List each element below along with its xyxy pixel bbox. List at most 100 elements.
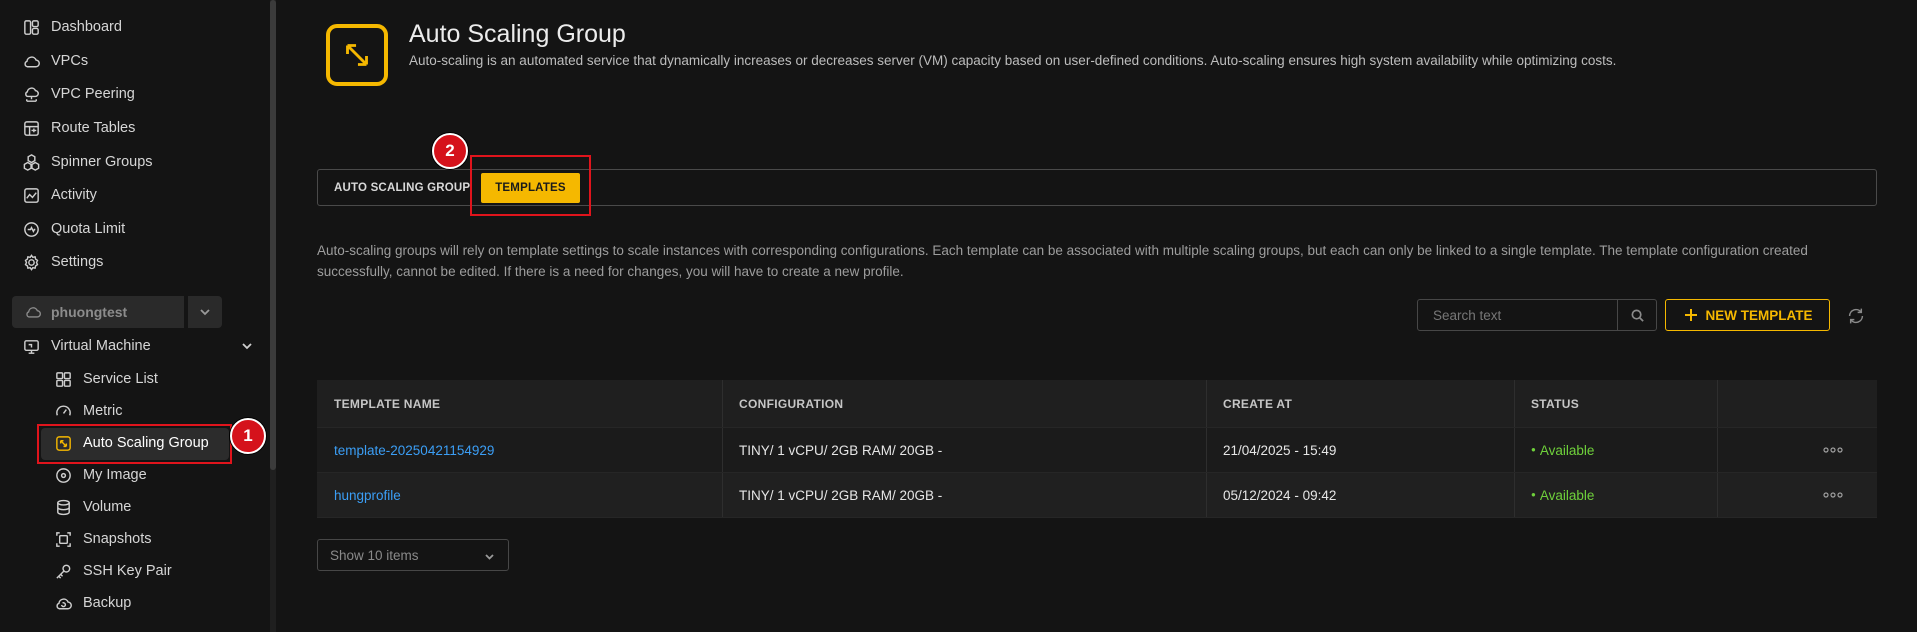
configuration-cell: TINY/ 1 vCPU/ 2GB RAM/ 20GB - — [739, 442, 943, 458]
sidebar-item-service-list[interactable]: Service List — [52, 364, 158, 394]
tab-auto-scaling-group[interactable]: AUTO SCALING GROUP — [334, 170, 470, 205]
column-separator — [1206, 428, 1207, 472]
gauge-icon — [52, 400, 74, 422]
status-badge: Available — [1531, 428, 1595, 472]
chevron-down-icon — [200, 309, 210, 316]
database-icon — [52, 496, 74, 518]
route-table-icon — [20, 117, 42, 139]
new-template-button[interactable]: NEW TEMPLATE — [1665, 299, 1830, 331]
sidebar-item-volume[interactable]: Volume — [52, 492, 131, 522]
column-header-status[interactable]: STATUS — [1531, 380, 1579, 427]
sidebar-item-label: Settings — [51, 254, 104, 270]
page-title: Auto Scaling Group — [409, 20, 626, 48]
search-button[interactable] — [1617, 300, 1656, 330]
sidebar-item-label: Snapshots — [83, 531, 152, 547]
sidebar-item-label: VPC Peering — [51, 86, 135, 102]
column-separator — [1514, 473, 1515, 517]
status-badge: Available — [1531, 473, 1595, 517]
sidebar-item-route-tables[interactable]: Route Tables — [20, 113, 135, 143]
sidebar-item-label: Activity — [51, 187, 97, 203]
template-name-link[interactable]: hungprofile — [334, 473, 401, 517]
sidebar-item-label: Service List — [83, 371, 158, 387]
sidebar-item-metric[interactable]: Metric — [52, 396, 122, 426]
sidebar-item-dashboard[interactable]: Dashboard — [20, 12, 122, 42]
more-horizontal-icon — [1823, 492, 1843, 498]
project-select-value[interactable]: phuongtest — [12, 296, 184, 328]
cloud-backup-icon — [52, 592, 74, 614]
refresh-icon — [1848, 308, 1864, 324]
grid-icon — [52, 368, 74, 390]
column-separator — [1717, 380, 1718, 427]
chevron-down-icon — [485, 554, 494, 560]
search-box — [1417, 299, 1657, 331]
template-name-link[interactable]: template-20250421154929 — [334, 428, 494, 472]
cloud-network-icon — [20, 83, 42, 105]
sidebar-scrollbar-thumb[interactable] — [270, 0, 276, 470]
annotation-highlight-2 — [470, 155, 591, 216]
plus-icon — [1684, 309, 1697, 321]
search-input[interactable] — [1418, 300, 1617, 330]
hexagons-icon — [20, 151, 42, 173]
annotation-highlight-1 — [37, 424, 232, 464]
info-text: Auto-scaling groups will rely on templat… — [317, 243, 1808, 279]
column-separator — [722, 380, 723, 427]
column-separator — [1206, 380, 1207, 427]
project-dropdown-button[interactable] — [188, 296, 222, 328]
sidebar-item-label: My Image — [83, 467, 147, 483]
page-size-select[interactable]: Show 10 items — [317, 539, 509, 571]
created-at-cell: 21/04/2025 - 15:49 — [1223, 442, 1337, 458]
monitor-icon — [20, 335, 42, 357]
column-separator — [1717, 473, 1718, 517]
chevron-down-icon[interactable] — [240, 339, 254, 353]
sidebar-item-my-image[interactable]: My Image — [52, 460, 147, 490]
more-horizontal-icon — [1823, 447, 1843, 453]
sidebar: Dashboard VPCs VPC Peering Route Tables … — [0, 0, 270, 632]
cloud-icon — [26, 307, 41, 318]
table-row[interactable]: hungprofile TINY/ 1 vCPU/ 2GB RAM/ 20GB … — [317, 473, 1877, 518]
page-description: Auto-scaling is an automated service tha… — [409, 53, 1617, 68]
table-header-row: TEMPLATE NAME CONFIGURATION CREATE AT ST… — [317, 380, 1877, 428]
templates-table: TEMPLATE NAME CONFIGURATION CREATE AT ST… — [317, 380, 1877, 518]
sidebar-item-ssh-key-pair[interactable]: SSH Key Pair — [52, 556, 172, 586]
sidebar-item-label: Route Tables — [51, 120, 136, 136]
column-separator — [1514, 428, 1515, 472]
sidebar-item-vpcs[interactable]: VPCs — [20, 46, 88, 76]
dashboard-icon — [20, 16, 42, 38]
gear-icon — [20, 251, 42, 273]
sidebar-item-backup[interactable]: Backup — [52, 588, 131, 618]
sidebar-item-activity[interactable]: Activity — [20, 180, 97, 210]
column-separator — [1514, 380, 1515, 427]
table-row[interactable]: template-20250421154929 TINY/ 1 vCPU/ 2G… — [317, 428, 1877, 473]
row-actions-button[interactable] — [1823, 473, 1843, 517]
sidebar-item-label: Metric — [83, 403, 123, 419]
sidebar-item-label: Dashboard — [51, 19, 122, 35]
project-select[interactable]: phuongtest — [12, 296, 222, 328]
configuration-cell: TINY/ 1 vCPU/ 2GB RAM/ 20GB - — [739, 487, 943, 503]
sidebar-item-quota-limit[interactable]: Quota Limit — [20, 214, 125, 244]
row-actions-button[interactable] — [1823, 428, 1843, 472]
key-icon — [52, 560, 74, 582]
quota-icon — [20, 218, 42, 240]
column-separator — [1206, 473, 1207, 517]
sidebar-item-settings[interactable]: Settings — [20, 247, 103, 277]
sidebar-item-spinner-groups[interactable]: Spinner Groups — [20, 147, 153, 177]
refresh-button[interactable] — [1844, 304, 1868, 328]
created-at-cell: 05/12/2024 - 09:42 — [1223, 487, 1337, 503]
sidebar-item-label: Virtual Machine — [51, 338, 151, 354]
activity-icon — [20, 184, 42, 206]
project-name: phuongtest — [51, 304, 128, 320]
column-header-template-name[interactable]: TEMPLATE NAME — [334, 380, 440, 427]
sidebar-item-snapshots[interactable]: Snapshots — [52, 524, 152, 554]
snapshot-icon — [52, 528, 74, 550]
column-header-configuration[interactable]: CONFIGURATION — [739, 380, 843, 427]
page-size-label: Show 10 items — [330, 547, 419, 563]
sidebar-group-virtual-machine[interactable]: Virtual Machine — [20, 331, 151, 361]
annotation-badge-2: 2 — [432, 133, 468, 169]
column-separator — [722, 428, 723, 472]
annotation-badge-1: 1 — [230, 418, 266, 454]
cloud-icon — [20, 50, 42, 72]
column-header-create-at[interactable]: CREATE AT — [1223, 380, 1292, 427]
column-separator — [722, 473, 723, 517]
sidebar-item-vpc-peering[interactable]: VPC Peering — [20, 79, 135, 109]
sidebar-item-label: SSH Key Pair — [83, 563, 172, 579]
